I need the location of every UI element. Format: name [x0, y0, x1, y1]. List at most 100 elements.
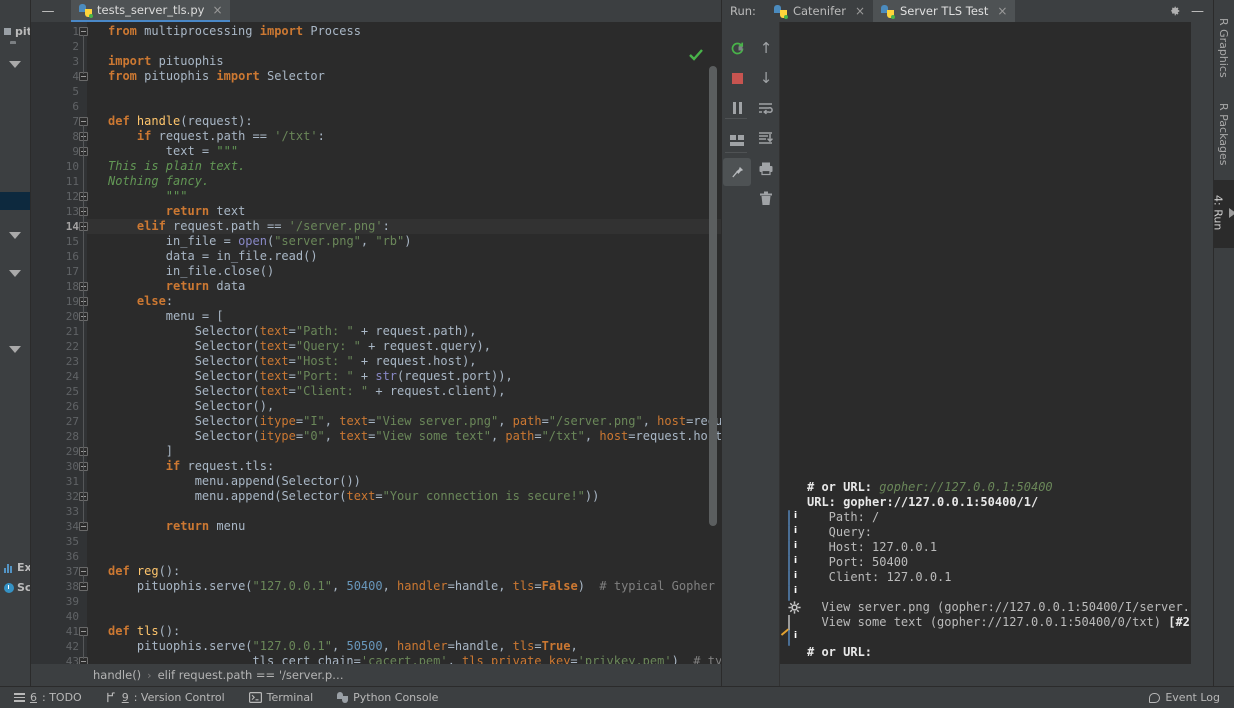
python-run-icon	[773, 4, 788, 19]
up-arrow-icon: ↑	[759, 38, 773, 57]
run-tool-header: Run: Catenifer × Server TLS Test × —	[722, 0, 1214, 22]
scroll-up-button[interactable]: ↑	[752, 34, 780, 62]
line-number: 30	[65, 460, 79, 473]
sidebar-item-r-packages[interactable]: R Packages	[1213, 92, 1234, 176]
breadcrumb[interactable]: handle() › elif request.path == '/server…	[31, 664, 721, 686]
console-line-text: View some text (gopher://127.0.0.1:50400…	[807, 615, 1191, 629]
console-line-text: Client: 127.0.0.1	[807, 570, 952, 584]
stop-button[interactable]	[723, 64, 751, 92]
inspection-ok-checkmark-icon[interactable]	[689, 48, 703, 62]
pause-icon	[732, 102, 742, 114]
sidebar-item-scratches[interactable]: Scr	[2, 580, 30, 595]
stop-icon	[731, 72, 743, 84]
editor-tab-tests-server-tls[interactable]: tests_server_tls.py ×	[71, 0, 230, 22]
sidebar-item-r-graphics[interactable]: R Graphics	[1213, 8, 1234, 88]
statusbar-item-label: Python Console	[353, 691, 439, 704]
window-minimize-button[interactable]: —	[35, 0, 61, 22]
line-number: 28	[65, 430, 79, 443]
clock-icon	[4, 582, 14, 593]
scroll-to-end-button[interactable]	[752, 124, 780, 152]
run-tab-label: Catenifer	[792, 4, 846, 18]
code-scroll-region[interactable]: from multiprocessing import Process impo…	[99, 22, 721, 664]
fold-guide	[83, 35, 84, 74]
print-button[interactable]	[752, 154, 780, 182]
fold-guide	[83, 470, 84, 494]
module-icon	[4, 28, 11, 35]
line-number: 5	[72, 85, 79, 98]
line-number: 20	[65, 310, 79, 323]
sidebar-item-external[interactable]: Ext	[2, 560, 30, 575]
breadcrumb-item-handle[interactable]: handle()	[93, 668, 141, 682]
settings-gear-icon[interactable]	[1167, 4, 1181, 18]
todo-icon	[14, 693, 25, 702]
line-number: 14	[65, 220, 79, 233]
editor-tab-bar: — tests_server_tls.py ×	[31, 0, 721, 22]
collapse-chevron-icon[interactable]	[9, 232, 21, 258]
event-log-label: Event Log	[1165, 691, 1220, 704]
line-number: 2	[72, 40, 79, 53]
console-line-text: Path: /	[807, 510, 880, 524]
fold-guide	[83, 320, 84, 449]
run-toolbar: ↑ ↓	[722, 22, 780, 686]
breadcrumb-item-elif[interactable]: elif request.path == '/server.p…	[158, 668, 344, 682]
run-tab-catenifer[interactable]: Catenifer ×	[766, 0, 873, 22]
line-number: 3	[72, 55, 79, 68]
statusbar-item-event-log[interactable]: Event Log	[1149, 691, 1220, 704]
console-line: View server.png (gopher://127.0.0.1:5040…	[788, 600, 1191, 615]
close-icon[interactable]: ×	[855, 4, 865, 18]
layout-button[interactable]	[723, 126, 751, 154]
down-arrow-icon: ↓	[759, 68, 773, 87]
print-icon	[759, 162, 773, 175]
soft-wrap-icon	[759, 103, 773, 115]
line-number: 15	[65, 235, 79, 248]
line-number: 10	[65, 160, 79, 173]
line-number: 8	[72, 130, 79, 143]
clear-all-button[interactable]	[752, 184, 780, 212]
statusbar-item-python-console[interactable]: Python Console	[325, 691, 450, 704]
close-icon[interactable]: ×	[212, 3, 222, 17]
line-number: 26	[65, 400, 79, 413]
line-number: 4	[72, 70, 79, 83]
console-line-text: # or URL:	[807, 645, 873, 659]
python-run-icon	[881, 4, 895, 19]
pin-tab-icon	[731, 166, 743, 177]
trash-icon	[760, 191, 772, 205]
statusbar-item-terminal[interactable]: Terminal	[237, 691, 326, 704]
status-bar: 6: TODO 9: Version Control Terminal Pyth…	[0, 686, 1234, 708]
pin-tab-button[interactable]	[723, 158, 751, 186]
code-editor[interactable]: 1 2 3 4 5 6 7 8 9 10 11 12 13 14 15 16 17 18 19 20 21 22 23 24 2…	[31, 22, 721, 664]
line-number: 11	[65, 175, 79, 188]
collapse-chevron-icon[interactable]	[9, 270, 21, 296]
line-number: 42	[65, 640, 79, 653]
statusbar-item-todo[interactable]: 6: TODO	[0, 691, 94, 704]
statusbar-item-label: Terminal	[266, 691, 314, 704]
rerun-button[interactable]	[723, 34, 751, 62]
collapse-chevron-icon[interactable]	[9, 61, 21, 87]
hide-tool-window-icon[interactable]: —	[1191, 5, 1204, 18]
run-console-output[interactable]: # or URL: gopher://127.0.0.1:50400 URL: g…	[780, 22, 1191, 664]
rerun-icon	[731, 42, 744, 55]
fold-guide	[83, 635, 84, 659]
python-console-icon	[337, 692, 349, 703]
collapse-chevron-icon[interactable]	[9, 346, 21, 372]
close-icon[interactable]: ×	[997, 4, 1007, 18]
right-tool-window-strip: R Graphics R Packages 4: Run	[1212, 0, 1234, 686]
selected-file-row[interactable]	[0, 192, 30, 210]
editor-vertical-scrollbar[interactable]	[709, 66, 717, 526]
console-line: Client: 127.0.0.1	[788, 570, 1191, 586]
project-root-row[interactable]: pit	[2, 24, 30, 39]
info-icon	[788, 585, 790, 601]
line-number: 6	[72, 100, 79, 113]
line-number: 9	[72, 145, 79, 158]
python-file-icon	[79, 3, 93, 18]
run-tab-server-tls-test[interactable]: Server TLS Test ×	[873, 0, 1016, 22]
statusbar-item-version-control[interactable]: 9: Version Control	[94, 691, 237, 704]
soft-wrap-button[interactable]	[752, 94, 780, 122]
line-number: 37	[65, 565, 79, 578]
source-code[interactable]: from multiprocessing import Process impo…	[108, 24, 721, 664]
code-folding-column[interactable]	[79, 22, 99, 664]
scroll-down-button[interactable]: ↓	[752, 64, 780, 92]
sidebar-item-run[interactable]: 4: Run	[1212, 180, 1234, 248]
line-number: 12	[65, 190, 79, 203]
project-tool-window-strip[interactable]: pit Ext Scr	[0, 0, 31, 686]
